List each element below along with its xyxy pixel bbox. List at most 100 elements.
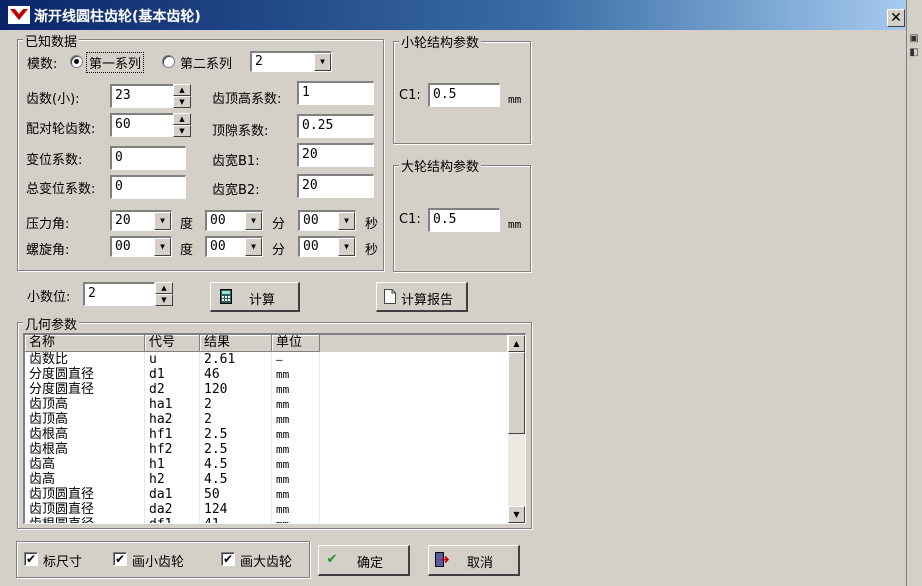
chevron-down-icon[interactable]: ▼ [154, 238, 171, 256]
clearance-input[interactable]: 0.25 [297, 114, 374, 138]
helix-sec-select[interactable]: 00 ▼ [298, 236, 356, 257]
column-header-name[interactable]: 名称 [25, 335, 145, 352]
chevron-down-icon[interactable]: ▼ [314, 53, 331, 71]
total-shift-label: 总变位系数: [26, 182, 96, 197]
cell-symbol: hf2 [145, 442, 200, 457]
series1-label[interactable]: 第一系列 [86, 52, 145, 73]
module-select[interactable]: 2 ▼ [250, 51, 332, 72]
pressure-min-select[interactable]: 00 ▼ [205, 210, 263, 231]
table-scrollbar[interactable]: ▲ ▼ [508, 335, 525, 523]
scroll-up-icon[interactable]: ▲ [508, 335, 525, 352]
table-row[interactable]: 分度圆直径 d2 120 mm [25, 382, 507, 397]
cell-unit: mm [272, 502, 320, 517]
cell-name: 齿顶高 [25, 397, 145, 412]
draw-small-label[interactable]: 画小齿轮 [132, 551, 184, 570]
draw-small-checkbox[interactable]: ✔ [113, 552, 127, 566]
teeth-small-spinner[interactable]: ▲ ▼ [173, 84, 191, 108]
cell-result: 2 [200, 397, 272, 412]
decimals-input[interactable]: 2 [83, 282, 155, 306]
spin-down-icon[interactable]: ▼ [173, 96, 191, 108]
table-row[interactable]: 齿顶圆直径 da2 124 mm [25, 502, 507, 517]
draw-large-checkbox[interactable]: ✔ [221, 552, 235, 566]
addendum-label: 齿顶高系数: [212, 92, 282, 107]
helix-deg-select[interactable]: 00 ▼ [110, 236, 172, 257]
cell-unit: mm [272, 427, 320, 442]
decimals-spinner[interactable]: ▲ ▼ [155, 282, 173, 306]
large-c1-input[interactable]: 0.5 [428, 208, 500, 232]
small-c1-input[interactable]: 0.5 [428, 83, 500, 107]
table-row[interactable]: 齿高 h2 4.5 mm [25, 472, 507, 487]
cell-result: 41 [200, 517, 272, 523]
dimension-label[interactable]: 标尺寸 [43, 551, 82, 570]
cell-result: 2.61 [200, 352, 272, 367]
teeth-small-input[interactable]: 23 [110, 84, 174, 108]
teeth-small-label: 齿数(小): [26, 92, 80, 107]
close-icon[interactable]: ✕ [890, 10, 902, 26]
table-row[interactable]: 分度圆直径 d1 46 mm [25, 367, 507, 382]
draw-large-label[interactable]: 画大齿轮 [240, 551, 292, 570]
spin-up-icon[interactable]: ▲ [173, 84, 191, 96]
scroll-down-icon[interactable]: ▼ [508, 506, 525, 523]
sec-unit-label: 秒 [365, 243, 379, 258]
table-row[interactable]: 齿高 h1 4.5 mm [25, 457, 507, 472]
cell-unit: mm [272, 472, 320, 487]
chevron-down-icon[interactable]: ▼ [338, 212, 355, 230]
pressure-deg-select[interactable]: 20 ▼ [110, 210, 172, 231]
shift-input[interactable]: 0 [110, 146, 186, 170]
cell-name: 齿根圆直径 [25, 517, 145, 523]
pressure-sec-select[interactable]: 00 ▼ [298, 210, 356, 231]
window-menu-icon[interactable]: ▣ [908, 33, 920, 45]
cell-symbol: h1 [145, 457, 200, 472]
column-header-unit[interactable]: 单位 [272, 335, 320, 352]
cell-name: 齿顶圆直径 [25, 502, 145, 517]
width-b2-input[interactable]: 20 [297, 174, 374, 198]
close-button[interactable]: ✕ [887, 9, 905, 27]
cell-unit: mm [272, 442, 320, 457]
restore-icon[interactable]: ◧ [908, 47, 920, 59]
calculate-button[interactable]: 计算 [210, 282, 300, 312]
chevron-down-icon[interactable]: ▼ [338, 238, 355, 256]
column-header-symbol[interactable]: 代号 [145, 335, 200, 352]
teeth-pair-input[interactable]: 60 [110, 113, 174, 137]
chevron-down-icon[interactable]: ▼ [154, 212, 171, 230]
spin-up-icon[interactable]: ▲ [173, 113, 191, 125]
ok-button[interactable]: ✔ 确定 [318, 545, 410, 576]
column-header-result[interactable]: 结果 [200, 335, 272, 352]
helix-min-select[interactable]: 00 ▼ [205, 236, 263, 257]
right-side-strip [906, 0, 922, 586]
pressure-angle-label: 压力角: [26, 217, 70, 232]
dimension-checkbox[interactable]: ✔ [24, 552, 38, 566]
geometry-table[interactable]: 名称 代号 结果 单位 齿数比 u 2.61— 分度圆直径 d1 46 mm 分度圆直径 d2 1… [23, 333, 526, 524]
total-shift-input[interactable]: 0 [110, 175, 186, 199]
table-row[interactable]: 齿根高 hf1 2.5 mm [25, 427, 507, 442]
window-title: 渐开线圆柱齿轮(基本齿轮) [34, 9, 201, 25]
scroll-thumb[interactable] [508, 352, 525, 434]
spin-up-icon[interactable]: ▲ [155, 282, 173, 294]
table-row[interactable]: 齿顶圆直径 da1 50 mm [25, 487, 507, 502]
table-row[interactable]: 齿根高 hf2 2.5 mm [25, 442, 507, 457]
spin-down-icon[interactable]: ▼ [155, 294, 173, 306]
teeth-pair-spinner[interactable]: ▲ ▼ [173, 113, 191, 137]
small-c1-label: C1: [399, 88, 421, 103]
table-row[interactable]: 齿顶高 ha2 2 mm [25, 412, 507, 427]
spin-down-icon[interactable]: ▼ [173, 125, 191, 137]
chevron-down-icon[interactable]: ▼ [245, 238, 262, 256]
cell-result: 2 [200, 412, 272, 427]
series2-radio[interactable] [162, 55, 175, 68]
addendum-input[interactable]: 1 [297, 81, 374, 105]
calculate-label: 计算 [249, 293, 276, 308]
series1-radio[interactable] [70, 55, 83, 68]
cancel-button[interactable]: 取消 [428, 545, 520, 576]
cell-result: 124 [200, 502, 272, 517]
sec-unit-label: 秒 [365, 217, 379, 232]
report-button[interactable]: 计算报告 [376, 282, 468, 312]
table-row[interactable]: 齿顶高 ha1 2 mm [25, 397, 507, 412]
gear-logo-icon [8, 6, 30, 24]
table-row[interactable]: 齿根圆直径df141mm [25, 517, 507, 523]
chevron-down-icon[interactable]: ▼ [245, 212, 262, 230]
width-b1-input[interactable]: 20 [297, 143, 374, 167]
cell-unit: mm [272, 397, 320, 412]
table-row[interactable]: 齿数比 u 2.61— [25, 352, 507, 367]
module-label: 模数: [27, 57, 58, 72]
series2-label[interactable]: 第二系列 [180, 53, 232, 72]
